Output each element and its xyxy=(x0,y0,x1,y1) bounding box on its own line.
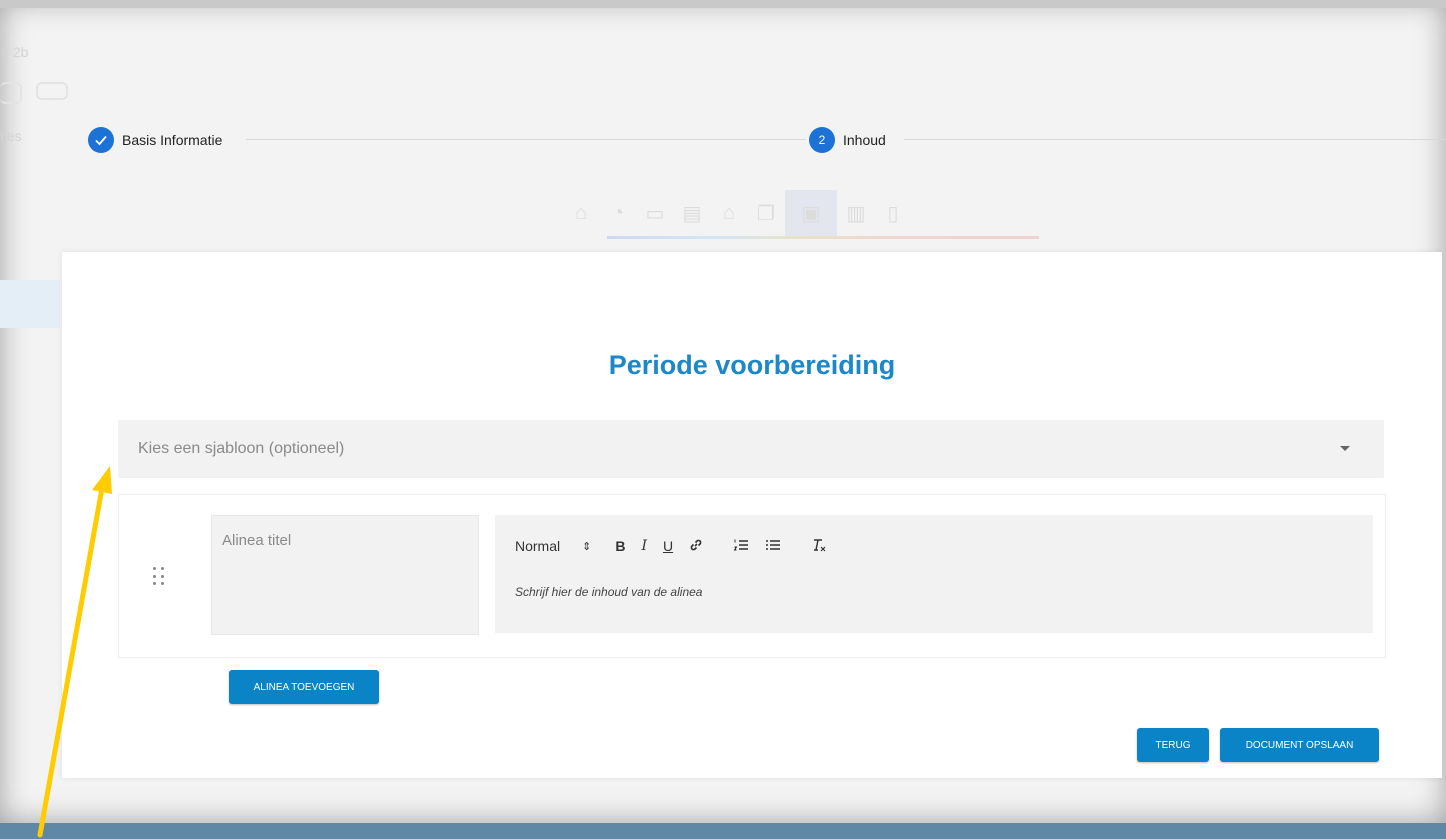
step-connector xyxy=(904,139,1446,140)
add-paragraph-button[interactable]: ALINEA TOEVOEGEN xyxy=(229,670,379,704)
clock-icon[interactable]: ◔ xyxy=(600,190,636,236)
step-label: Basis Informatie xyxy=(122,132,223,148)
bold-button[interactable]: B xyxy=(615,538,625,554)
rich-text-editor[interactable]: Normal ⇕ B I U Schrijf hier de inhoud va… xyxy=(495,515,1373,633)
template-select[interactable]: Kies een sjabloon (optioneel) xyxy=(118,420,1384,478)
top-edge xyxy=(0,0,1446,8)
faded-heading: s 2b xyxy=(2,44,29,60)
back-button[interactable]: TERUG xyxy=(1137,728,1209,762)
paragraph-row: Alinea titel Normal ⇕ B I U Schrijf hier… xyxy=(118,494,1386,658)
file-icon[interactable]: ▯ xyxy=(875,190,911,236)
house-icon[interactable]: ⌂ xyxy=(711,190,747,236)
editor-placeholder: Schrijf hier de inhoud van de alinea xyxy=(515,585,703,599)
ordered-list-icon xyxy=(733,539,749,550)
chevron-down-icon xyxy=(1340,446,1350,451)
faded-link-icon xyxy=(36,82,68,100)
stepper: Basis Informatie 2 Inhoud xyxy=(88,124,1446,156)
save-document-button[interactable]: DOCUMENT OPSLAAN xyxy=(1220,728,1379,762)
chat-icon[interactable]: ▭ xyxy=(637,190,673,236)
clear-format-icon xyxy=(814,538,826,551)
underline-button[interactable]: U xyxy=(663,538,673,554)
faded-side-tab xyxy=(0,280,60,328)
step-connector xyxy=(246,139,806,140)
clear-format-button[interactable] xyxy=(811,538,827,555)
step-label: Inhoud xyxy=(843,132,886,148)
paragraph-title-input[interactable]: Alinea titel xyxy=(211,515,479,635)
icon-bar-underline xyxy=(607,236,1039,239)
person-card-icon[interactable]: ▣ xyxy=(785,190,837,236)
home-icon[interactable]: ⌂ xyxy=(563,190,599,236)
paragraph-title-placeholder: Alinea titel xyxy=(222,532,292,549)
document-icon[interactable]: ▤ xyxy=(674,190,710,236)
section-icon-bar: ⌂ ◔ ▭ ▤ ⌂ ❐ ▣ ▥ ▯ xyxy=(563,190,912,236)
link-icon xyxy=(690,539,702,550)
page-title: Periode voorbereiding xyxy=(608,350,896,380)
format-select-arrows-icon: ⇕ xyxy=(582,540,592,553)
ordered-list-button[interactable] xyxy=(733,538,749,555)
gallery-icon[interactable]: ▥ xyxy=(838,190,874,236)
faded-icon xyxy=(0,82,22,104)
drag-handle-icon[interactable] xyxy=(153,567,165,587)
bullet-list-button[interactable] xyxy=(765,538,781,555)
content-card: Periode voorbereiding Kies een sjabloon … xyxy=(62,252,1442,778)
bullet-list-icon xyxy=(766,539,781,550)
step-basis-informatie[interactable]: Basis Informatie xyxy=(88,124,222,156)
template-select-placeholder: Kies een sjabloon (optioneel) xyxy=(138,440,345,457)
format-select[interactable]: Normal xyxy=(515,538,560,554)
app-window: s 2b ties Basis Informatie 2 Inhoud ⌂ ◔ … xyxy=(0,0,1446,823)
link-button[interactable] xyxy=(689,538,703,555)
step-number: 2 xyxy=(809,127,835,153)
editor-toolbar: Normal ⇕ B I U xyxy=(515,537,843,555)
copy-icon[interactable]: ❐ xyxy=(748,190,784,236)
faded-label: ties xyxy=(0,128,22,144)
step-inhoud[interactable]: 2 Inhoud xyxy=(809,124,886,156)
check-icon xyxy=(88,127,114,153)
italic-button[interactable]: I xyxy=(641,538,647,554)
